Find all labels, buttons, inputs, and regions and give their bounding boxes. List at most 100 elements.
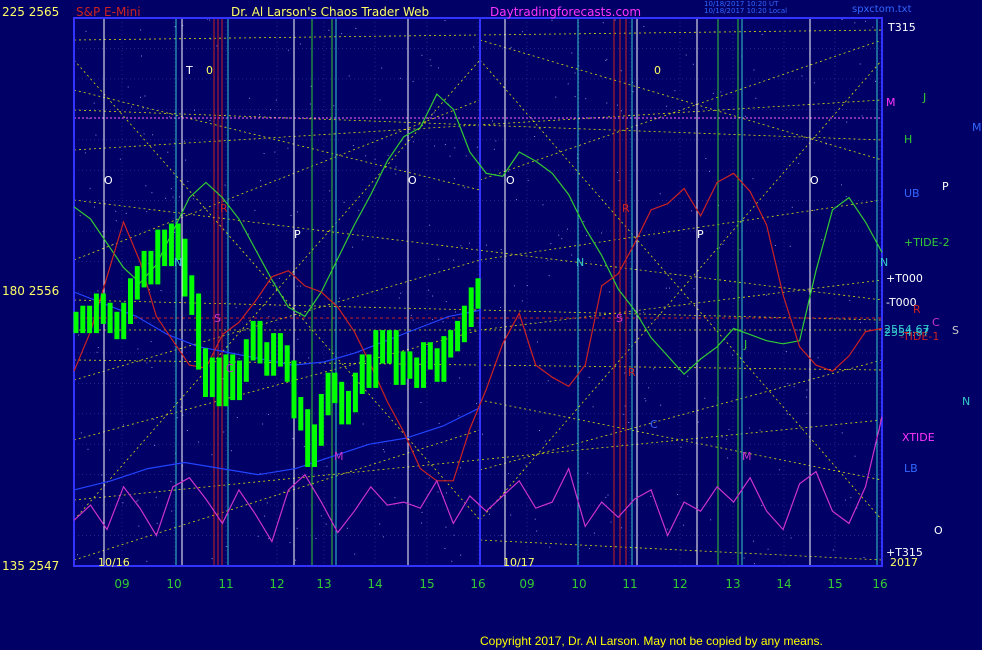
- star-dot: [574, 72, 576, 74]
- right-level-label: P: [942, 180, 949, 193]
- event-marker: M: [742, 450, 752, 463]
- star-dot: [453, 259, 455, 261]
- diagonal-line: [73, 359, 883, 371]
- star-dot: [257, 535, 259, 537]
- star-dot: [841, 184, 842, 186]
- star-dot: [628, 422, 630, 423]
- star-dot: [547, 380, 549, 382]
- star-dot: [659, 193, 661, 195]
- diagonal-line: [479, 279, 883, 331]
- star-dot: [451, 560, 453, 562]
- star-dot: [865, 20, 866, 22]
- star-dot: [236, 417, 238, 418]
- star-dot: [712, 92, 714, 94]
- star-dot: [601, 232, 603, 234]
- price-bar: [243, 339, 249, 382]
- y-tick-label: 225 2565: [2, 5, 59, 19]
- star-dot: [115, 210, 117, 212]
- star-dot: [709, 170, 710, 172]
- date-label: 10/16: [98, 556, 130, 569]
- star-dot: [854, 22, 856, 24]
- last-price-label: 2554.67: [884, 323, 930, 336]
- star-dot: [266, 502, 268, 504]
- star-dot: [493, 148, 495, 150]
- star-dot: [80, 432, 82, 434]
- price-bar: [400, 351, 406, 385]
- right-level-label: +TIDE-2: [904, 236, 950, 249]
- right-level-label: +T000: [886, 272, 923, 285]
- x-tick-label: 16: [872, 577, 887, 591]
- star-dot: [115, 220, 117, 222]
- star-dot: [567, 228, 568, 230]
- star-dot: [432, 295, 434, 297]
- star-dot: [453, 178, 455, 180]
- price-bar: [93, 293, 99, 334]
- star-dot: [442, 321, 444, 323]
- price-bar: [257, 320, 263, 364]
- star-dot: [254, 209, 256, 211]
- star-dot: [571, 52, 573, 54]
- event-marker: O: [408, 174, 417, 187]
- star-dot: [275, 99, 277, 101]
- star-dot: [460, 554, 462, 556]
- star-dot: [223, 431, 225, 433]
- star-dot: [155, 496, 157, 498]
- star-dot: [287, 49, 289, 51]
- price-bar: [414, 357, 420, 388]
- star-dot: [755, 97, 757, 99]
- event-marker: J: [743, 338, 747, 351]
- star-dot: [145, 185, 147, 187]
- star-dot: [791, 206, 793, 208]
- star-dot: [632, 91, 634, 93]
- star-dot: [395, 166, 397, 168]
- star-dot: [465, 155, 467, 157]
- star-dot: [93, 102, 95, 104]
- filename-label: spxctom.txt: [852, 4, 912, 15]
- star-dot: [308, 357, 310, 359]
- star-dot: [854, 455, 856, 457]
- price-bar: [277, 333, 283, 367]
- price-bar: [203, 348, 208, 397]
- star-dot: [144, 95, 146, 97]
- star-dot: [211, 558, 213, 560]
- star-dot: [468, 242, 470, 244]
- star-dot: [806, 389, 808, 391]
- star-dot: [547, 259, 549, 261]
- star-dot: [420, 402, 422, 404]
- x-tick-label: 13: [316, 577, 331, 591]
- star-dot: [192, 198, 194, 200]
- star-dot: [146, 560, 148, 562]
- star-dot: [482, 433, 484, 435]
- star-dot: [299, 285, 301, 287]
- star-dot: [96, 351, 98, 353]
- x-tick-label: 12: [269, 577, 284, 591]
- price-bar: [148, 250, 154, 285]
- star-dot: [606, 102, 608, 104]
- star-dot: [259, 114, 260, 116]
- star-dot: [394, 497, 396, 499]
- x-tick-label: 12: [672, 577, 687, 591]
- star-dot: [650, 495, 652, 497]
- star-dot: [444, 548, 446, 549]
- star-dot: [643, 26, 645, 27]
- price-bar: [264, 342, 270, 376]
- star-dot: [150, 341, 152, 343]
- price-bar: [182, 238, 188, 297]
- star-dot: [122, 502, 124, 504]
- star-dot: [379, 99, 381, 101]
- star-dot: [849, 299, 851, 301]
- star-dot: [143, 133, 145, 135]
- price-bar: [468, 287, 474, 327]
- star-dot: [268, 315, 270, 317]
- date-label: 10/17: [503, 556, 535, 569]
- star-dot: [861, 115, 863, 117]
- star-dot: [705, 158, 707, 159]
- event-marker: R: [628, 366, 636, 379]
- star-dot: [260, 297, 262, 299]
- star-dot: [183, 140, 185, 142]
- star-dot: [449, 155, 451, 157]
- star-dot: [262, 423, 264, 425]
- star-dot: [616, 171, 618, 173]
- star-dot: [798, 162, 800, 164]
- event-marker: N: [174, 256, 182, 269]
